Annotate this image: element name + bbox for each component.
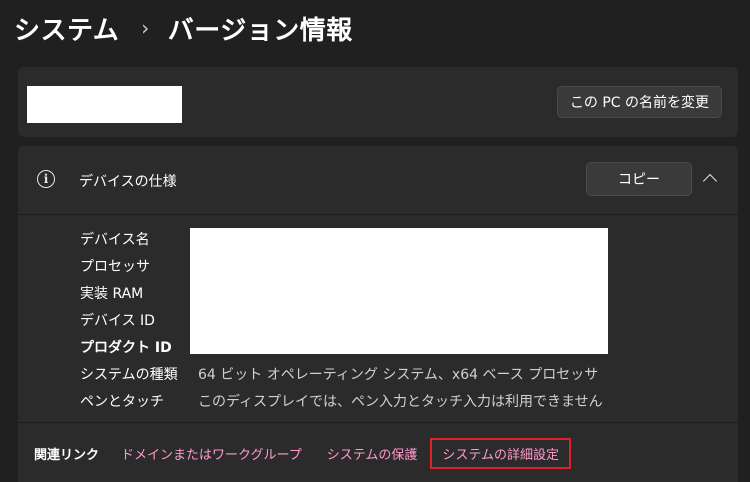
device-name-card: この PC の名前を変更 bbox=[18, 67, 738, 137]
divider bbox=[18, 422, 738, 423]
spec-label: デバイス ID bbox=[80, 312, 155, 329]
spec-row-system-type: システムの種類 64 ビット オペレーティング システム、x64 ベース プロセ… bbox=[80, 360, 603, 387]
spec-label: プロセッサ bbox=[80, 258, 150, 275]
related-links: 関連リンク ドメインまたはワークグループ システムの保護 システムの詳細設定 bbox=[34, 437, 596, 469]
page-title: バージョン情報 bbox=[167, 15, 353, 46]
spec-label: ペンとタッチ bbox=[80, 393, 164, 410]
rename-pc-button[interactable]: この PC の名前を変更 bbox=[556, 86, 722, 118]
spec-value: このディスプレイでは、ペン入力とタッチ入力は利用できません bbox=[198, 393, 603, 410]
related-links-label: 関連リンク bbox=[34, 447, 100, 463]
chevron-up-icon[interactable] bbox=[702, 173, 718, 189]
spec-label: デバイス名 bbox=[80, 231, 150, 248]
breadcrumb-separator-icon: › bbox=[141, 16, 150, 40]
link-advanced-system-settings[interactable]: システムの詳細設定 bbox=[430, 437, 571, 469]
spec-label: システムの種類 bbox=[80, 366, 178, 383]
device-spec-header[interactable]: i デバイスの仕様 コピー bbox=[18, 146, 738, 215]
redacted-device-name bbox=[27, 86, 182, 123]
link-domain-workgroup[interactable]: ドメインまたはワークグループ bbox=[121, 444, 302, 463]
spec-row-pen-touch: ペンとタッチ このディスプレイでは、ペン入力とタッチ入力は利用できません bbox=[80, 387, 603, 414]
breadcrumb: システム › バージョン情報 bbox=[14, 8, 353, 48]
spec-label: プロダクト ID bbox=[80, 339, 172, 356]
copy-button[interactable]: コピー bbox=[586, 162, 692, 196]
spec-label: 実装 RAM bbox=[80, 285, 144, 302]
breadcrumb-parent[interactable]: システム bbox=[14, 10, 119, 47]
device-spec-card: i デバイスの仕様 コピー デバイス名 プロセッサ 実装 RAM デバイス ID… bbox=[18, 146, 738, 482]
spec-value: 64 ビット オペレーティング システム、x64 ベース プロセッサ bbox=[198, 366, 599, 383]
link-system-protection[interactable]: システムの保護 bbox=[327, 444, 418, 463]
redacted-spec-values bbox=[190, 228, 608, 354]
device-spec-title: デバイスの仕様 bbox=[79, 174, 177, 190]
info-icon: i bbox=[37, 170, 55, 188]
